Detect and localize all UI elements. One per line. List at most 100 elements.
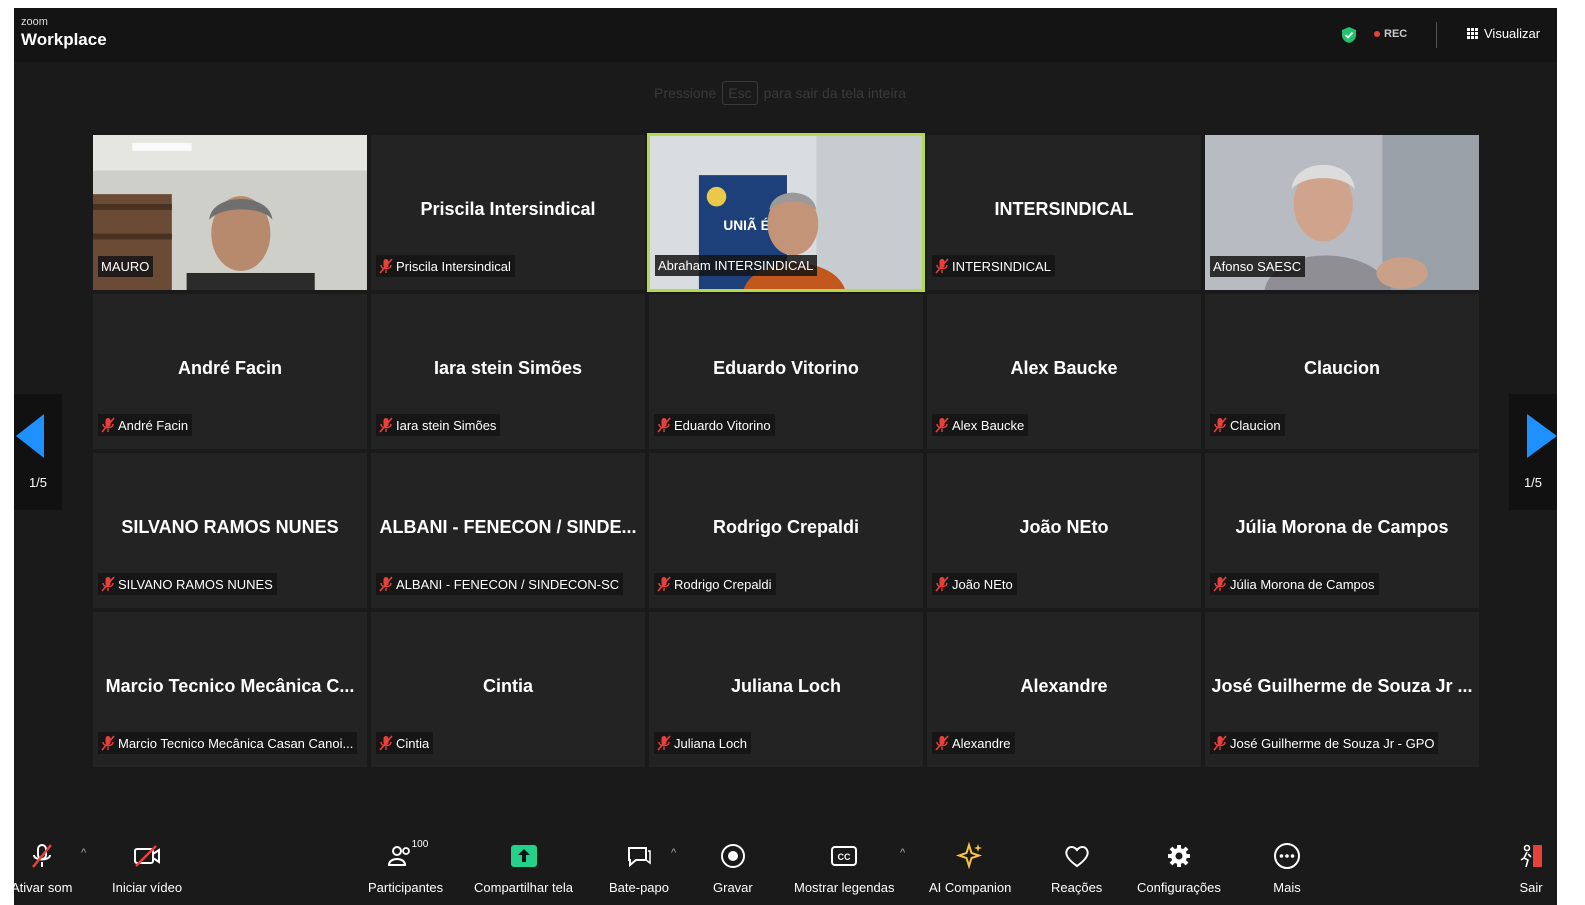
participant-display-name: Alexandre bbox=[1020, 676, 1108, 696]
participant-name-label: Iara stein Simões bbox=[396, 417, 497, 433]
participant-tile[interactable]: Afonso SAESC bbox=[1203, 133, 1481, 292]
recording-dot-icon bbox=[1374, 31, 1380, 37]
participant-tile[interactable]: Rodrigo Crepaldi Rodrigo Crepaldi bbox=[647, 451, 925, 610]
microphone-muted-icon bbox=[935, 735, 949, 751]
participant-tile[interactable]: Júlia Morona de Campos Júlia Morona de Ca… bbox=[1203, 451, 1481, 610]
participants-button[interactable]: 100 Participantes bbox=[368, 839, 444, 895]
start-video-button[interactable]: Iniciar vídeo bbox=[112, 841, 182, 895]
microphone-muted-icon bbox=[657, 735, 671, 751]
participant-name-tag: Abraham INTERSINDICAL bbox=[655, 255, 818, 276]
participant-tile[interactable]: André Facin André Facin bbox=[91, 292, 369, 451]
participant-tile[interactable]: João NEto João NEto bbox=[925, 451, 1203, 610]
chat-icon bbox=[628, 847, 651, 868]
ai-companion-label: AI Companion bbox=[929, 880, 1012, 895]
hint-key: Esc bbox=[722, 81, 758, 105]
participant-display-name: Alex Baucke bbox=[1010, 358, 1118, 378]
fullscreen-hint: Pressione Esc para sair da tela inteira bbox=[590, 74, 970, 112]
participant-tile[interactable]: Priscila Intersindical Priscila Intersind… bbox=[369, 133, 647, 292]
leave-button[interactable]: Sair bbox=[1516, 841, 1546, 895]
participant-tile[interactable]: Alex Baucke Alex Baucke bbox=[925, 292, 1203, 451]
hint-suffix: para sair da tela inteira bbox=[763, 85, 907, 101]
participant-name-label: Priscila Intersindical bbox=[396, 258, 511, 274]
participant-name-label: Cintia bbox=[396, 735, 430, 751]
participant-name-tag: Rodrigo Crepaldi bbox=[654, 573, 776, 595]
participant-tile[interactable]: Cintia Cintia bbox=[369, 610, 647, 769]
title-bar: zoom Workplace REC Visualizar bbox=[14, 8, 1557, 62]
participant-tile[interactable]: Eduardo Vitorino Eduardo Vitorino bbox=[647, 292, 925, 451]
participant-name-tag: Alexandre bbox=[932, 732, 1015, 754]
participant-name-label: Juliana Loch bbox=[674, 735, 747, 751]
captions-options-caret-icon[interactable]: ^ bbox=[900, 847, 905, 859]
arrow-left-icon bbox=[16, 414, 44, 458]
microphone-muted-icon bbox=[379, 258, 393, 274]
participant-name-label: Alex Baucke bbox=[952, 417, 1025, 433]
more-button[interactable]: Mais bbox=[1272, 841, 1302, 895]
microphone-muted-icon bbox=[1213, 417, 1227, 433]
leave-door-icon bbox=[1520, 844, 1542, 868]
participant-tile[interactable]: Iara stein Simões Iara stein Simões bbox=[369, 292, 647, 451]
chat-label: Bate-papo bbox=[609, 880, 669, 895]
record-label: Gravar bbox=[713, 880, 753, 895]
leave-label: Sair bbox=[1519, 880, 1543, 895]
recording-indicator[interactable]: REC bbox=[1374, 28, 1407, 40]
zoom-window: zoom Workplace REC Visualizar Pressione … bbox=[14, 8, 1557, 905]
settings-button[interactable]: Configurações bbox=[1137, 841, 1221, 895]
participant-tile[interactable]: José Guilherme de Souza Jr ... José Guilh… bbox=[1203, 610, 1481, 769]
microphone-muted-icon bbox=[657, 417, 671, 433]
next-page-button[interactable]: 1/5 bbox=[1509, 394, 1557, 510]
chat-options-caret-icon[interactable]: ^ bbox=[671, 847, 676, 859]
participant-name-label: ALBANI - FENECON / SINDECON-SC bbox=[396, 576, 620, 592]
participant-display-name: Marcio Tecnico Mecânica C... bbox=[105, 676, 355, 696]
participant-name-tag: João NEto bbox=[932, 573, 1017, 595]
participant-tile[interactable]: Alexandre Alexandre bbox=[925, 610, 1203, 769]
participant-name-tag: José Guilherme de Souza Jr - GPO bbox=[1210, 732, 1439, 754]
participant-display-name: Rodrigo Crepaldi bbox=[712, 517, 859, 537]
previous-page-button[interactable]: 1/5 bbox=[14, 394, 62, 510]
participant-tile[interactable]: UNIÃ É FOR Abraham INTERSINDICAL bbox=[647, 133, 925, 292]
microphone-muted-icon bbox=[657, 576, 671, 592]
captions-label: Mostrar legendas bbox=[794, 880, 895, 895]
ai-companion-button[interactable]: AI Companion bbox=[929, 841, 1011, 895]
arrow-right-icon bbox=[1527, 414, 1557, 458]
participant-tile[interactable]: SILVANO RAMOS NUNES SILVANO RAMOS NUNES bbox=[91, 451, 369, 610]
shield-icon[interactable] bbox=[1341, 26, 1357, 44]
microphone-muted-icon bbox=[935, 417, 949, 433]
more-label: Mais bbox=[1273, 880, 1301, 895]
participants-label: Participantes bbox=[368, 880, 444, 895]
participant-tile[interactable]: INTERSINDICAL INTERSINDICAL bbox=[925, 133, 1203, 292]
participant-display-name: Eduardo Vitorino bbox=[713, 358, 859, 378]
record-button[interactable]: Gravar bbox=[713, 841, 753, 895]
participant-name-tag: ALBANI - FENECON / SINDECON-SC bbox=[376, 573, 624, 595]
page-indicator-left: 1/5 bbox=[28, 475, 48, 490]
participant-name-tag: Júlia Morona de Campos bbox=[1210, 573, 1379, 595]
more-icon bbox=[1274, 843, 1300, 869]
participant-name-label: Abraham INTERSINDICAL bbox=[658, 258, 814, 273]
participant-tile[interactable]: Juliana Loch Juliana Loch bbox=[647, 610, 925, 769]
participant-name-label: Claucion bbox=[1230, 417, 1281, 433]
participant-display-name: INTERSINDICAL bbox=[994, 199, 1134, 219]
unmute-button[interactable]: Ativar som bbox=[14, 841, 72, 895]
participant-name-tag: Claucion bbox=[1210, 414, 1285, 436]
view-button[interactable]: Visualizar bbox=[1467, 26, 1540, 41]
participant-tile[interactable]: Marcio Tecnico Mecânica C... Marcio Tecni… bbox=[91, 610, 369, 769]
participant-display-name: João NEto bbox=[1019, 517, 1109, 537]
share-screen-icon bbox=[510, 845, 537, 867]
participant-name-tag: SILVANO RAMOS NUNES bbox=[98, 573, 277, 595]
share-screen-button[interactable]: Compartilhar tela bbox=[474, 841, 573, 895]
chat-button[interactable]: Bate-papo bbox=[609, 841, 669, 895]
participant-name-label: Marcio Tecnico Mecânica Casan Canoi... bbox=[118, 735, 354, 751]
participant-name-tag: Cintia bbox=[376, 732, 434, 754]
participant-display-name: Juliana Loch bbox=[730, 676, 842, 696]
gear-icon bbox=[1167, 845, 1190, 867]
microphone-muted-icon bbox=[379, 735, 393, 751]
grid-view-icon bbox=[1467, 27, 1479, 40]
captions-button[interactable]: CC Mostrar legendas bbox=[794, 841, 894, 895]
participant-tile[interactable]: MAURO bbox=[91, 133, 369, 292]
participant-name-label: José Guilherme de Souza Jr - GPO bbox=[1230, 735, 1435, 751]
share-screen-label: Compartilhar tela bbox=[474, 880, 573, 895]
participant-display-name: Iara stein Simões bbox=[433, 358, 583, 378]
audio-options-caret-icon[interactable]: ^ bbox=[81, 847, 86, 859]
reactions-button[interactable]: Reações bbox=[1051, 841, 1102, 895]
participant-tile[interactable]: Claucion Claucion bbox=[1203, 292, 1481, 451]
participant-tile[interactable]: ALBANI - FENECON / SINDE... ALBANI - FENE… bbox=[369, 451, 647, 610]
